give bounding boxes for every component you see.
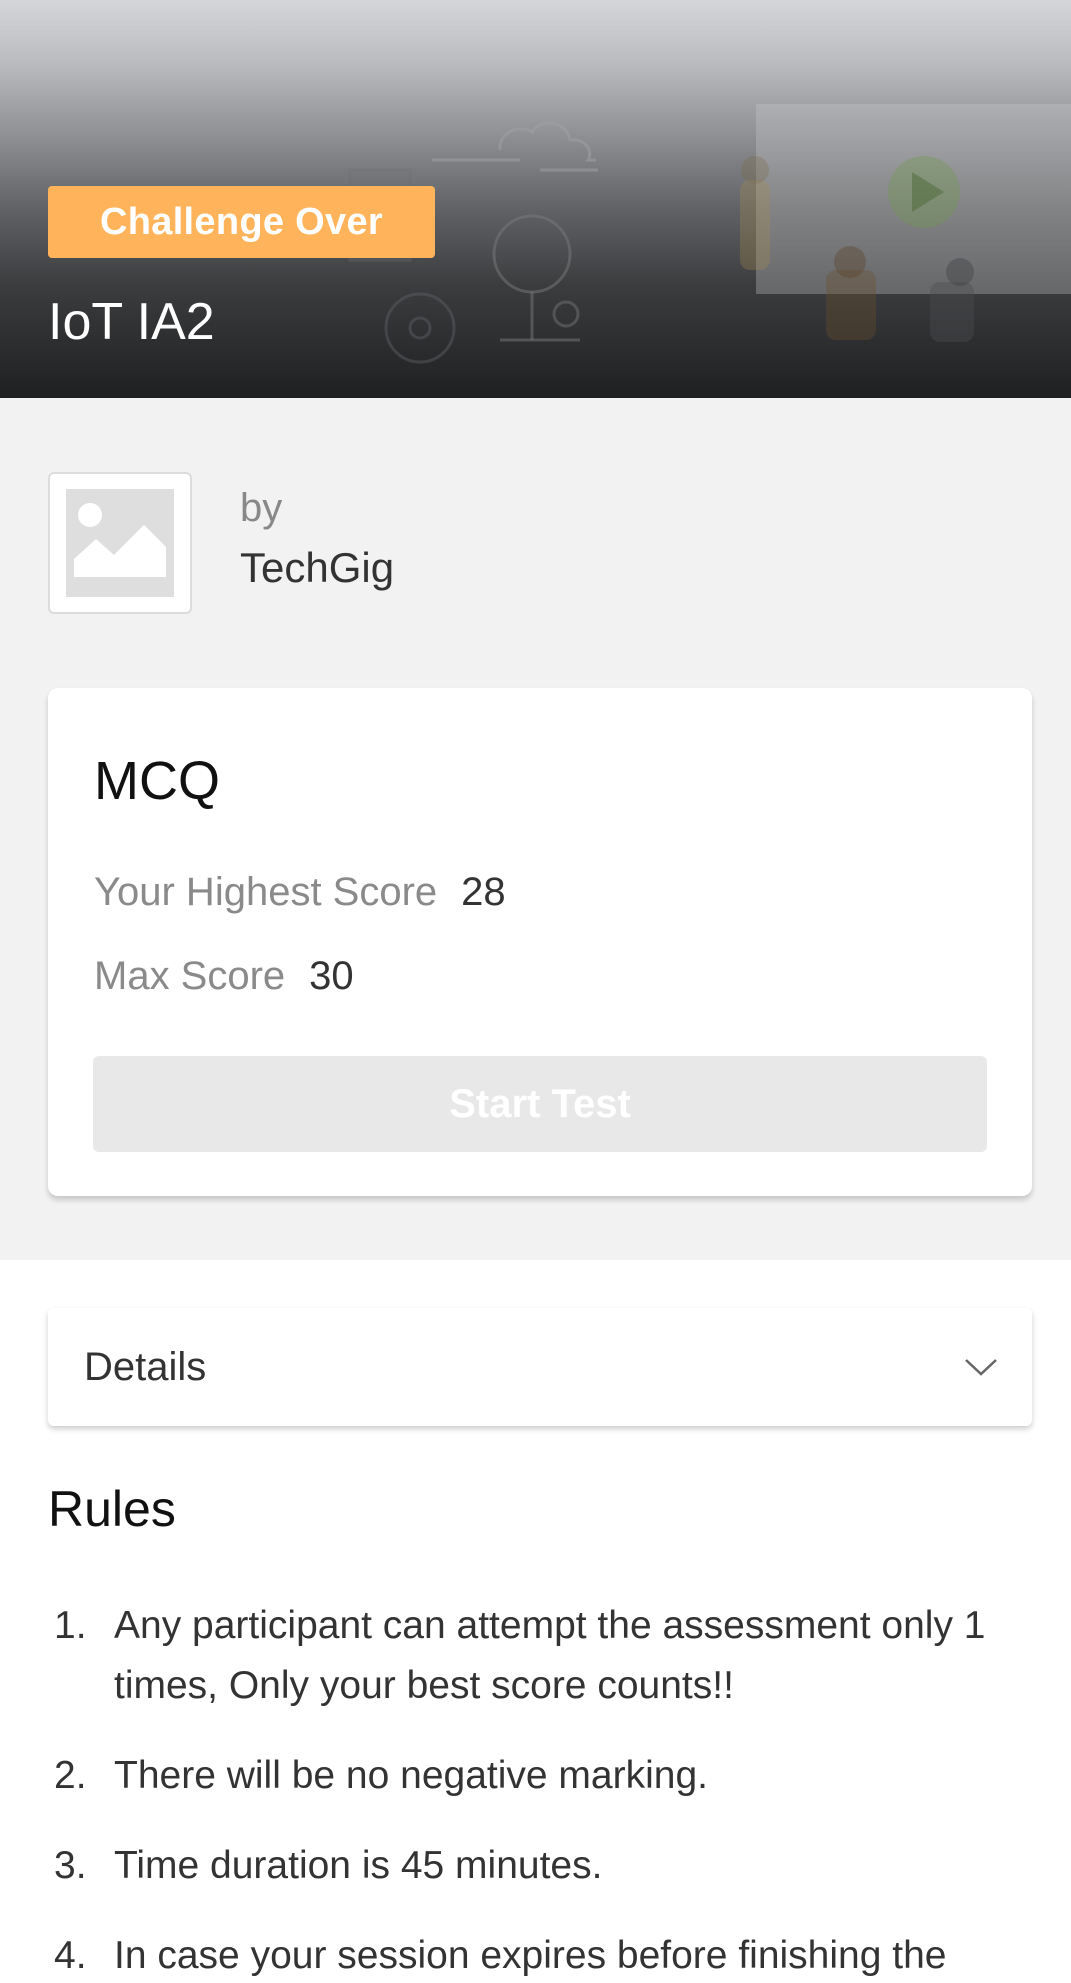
organizer-by-label: by	[240, 486, 283, 530]
details-accordion[interactable]: Details	[48, 1308, 1032, 1426]
details-label: Details	[84, 1344, 207, 1389]
hero-banner: Challenge Over IoT IA2	[0, 0, 1071, 398]
max-score-label: Max Score	[94, 954, 286, 998]
challenge-title: IoT IA2	[48, 293, 215, 351]
rule-number: 4.	[54, 1934, 87, 1977]
organizer-name: TechGig	[240, 544, 395, 591]
rule-number: 3.	[54, 1844, 87, 1887]
organizer-logo	[48, 472, 192, 614]
rules-title: Rules	[48, 1481, 176, 1537]
max-score-value: 30	[309, 954, 354, 998]
rule-text: Any participant can attempt the assessme…	[114, 1604, 986, 1707]
rule-number: 1.	[54, 1604, 87, 1647]
image-placeholder-icon	[66, 489, 174, 597]
highest-score-label: Your Highest Score	[94, 870, 438, 914]
highest-score-row: Your Highest Score 28	[94, 870, 506, 915]
card-title: MCQ	[94, 751, 220, 811]
rule-text: Time duration is 45 minutes.	[114, 1844, 603, 1887]
highest-score-value: 28	[461, 870, 506, 914]
max-score-row: Max Score 30	[94, 954, 354, 999]
chevron-down-icon	[965, 1359, 997, 1376]
mcq-card: MCQ Your Highest Score 28 Max Score 30 S…	[48, 688, 1032, 1196]
rule-text: In case your session expires before fini…	[114, 1934, 947, 1977]
start-test-button[interactable]: Start Test	[93, 1056, 987, 1152]
rule-number: 2.	[54, 1754, 87, 1797]
status-badge: Challenge Over	[48, 186, 435, 258]
rule-text: There will be no negative marking.	[114, 1754, 708, 1797]
